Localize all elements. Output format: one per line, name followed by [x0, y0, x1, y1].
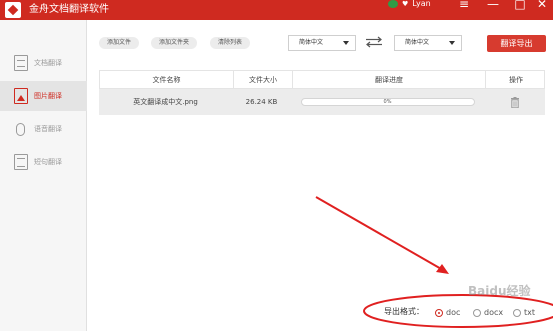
table-row[interactable]: 英文翻译成中文.png 26.24 KB 0%	[99, 89, 545, 115]
close-icon[interactable]: ✕	[534, 0, 550, 14]
vip-heart-icon: ♥	[402, 0, 409, 8]
radio-checked-icon	[435, 309, 443, 317]
sidebar-item-document-translate[interactable]: 文档翻译	[0, 48, 87, 78]
clear-list-button[interactable]: 清除列表	[210, 37, 251, 49]
progress-text: 0%	[383, 99, 392, 105]
menu-icon[interactable]: ≡	[456, 0, 472, 14]
add-file-button[interactable]: 添加文件	[99, 37, 140, 49]
format-option-label: txt	[524, 308, 536, 317]
maximize-icon[interactable]: □	[512, 0, 528, 14]
chevron-down-icon	[343, 41, 349, 45]
target-language-select[interactable]: 简体中文	[394, 35, 462, 51]
sidebar-item-label: 图片翻译	[34, 92, 62, 100]
format-option-txt[interactable]: txt	[513, 307, 535, 319]
column-header-action: 操作	[485, 71, 546, 88]
sidebar-item-image-translate[interactable]: 图片翻译	[0, 81, 87, 111]
format-option-label: doc	[446, 308, 461, 317]
file-size: 26.24 KB	[245, 98, 278, 106]
sidebar-item-label: 短句翻译	[34, 158, 62, 166]
swap-arrows-icon[interactable]	[364, 36, 384, 48]
sidebar-item-short-translate[interactable]: 短句翻译	[0, 147, 87, 177]
column-header-file-name: 文件名称	[152, 75, 181, 84]
source-language-select[interactable]: 简体中文	[288, 35, 356, 51]
column-header-file-size: 文件大小	[233, 71, 292, 88]
title-bar: 金舟文档翻译软件 ♥ Lyan ≡ — □ ✕	[0, 0, 553, 20]
baidu-watermark: Baidu经验	[468, 284, 531, 298]
format-option-docx[interactable]: docx	[473, 307, 503, 319]
format-option-doc[interactable]: doc	[435, 307, 460, 319]
sidebar-item-label: 语音翻译	[34, 125, 62, 133]
progress-cell: 0%	[291, 89, 484, 115]
short-text-icon	[14, 154, 28, 170]
action-cell	[484, 89, 545, 115]
microphone-icon	[16, 122, 25, 136]
sidebar-item-label: 文档翻译	[34, 59, 62, 67]
progress-bar: 0%	[300, 98, 475, 106]
user-name: Lyan	[412, 0, 431, 8]
image-icon	[14, 88, 28, 104]
app-title: 金舟文档翻译软件	[29, 4, 109, 15]
sidebar-item-voice-translate[interactable]: 语音翻译	[0, 114, 87, 144]
trash-icon[interactable]	[510, 96, 520, 108]
source-language-value: 简体中文	[299, 39, 324, 46]
radio-icon	[473, 309, 481, 317]
app-logo-icon	[5, 2, 21, 18]
chevron-down-icon	[449, 41, 455, 45]
export-format-label: 导出格式：	[384, 307, 424, 316]
annotation-arrowhead	[436, 264, 449, 274]
sidebar: 文档翻译 图片翻译 语音翻译 短句翻译	[0, 20, 87, 331]
radio-icon	[513, 309, 521, 317]
annotation-arrow-line	[315, 196, 444, 271]
add-folder-button[interactable]: 添加文件夹	[151, 37, 198, 49]
file-name: 英文翻译成中文.png	[133, 98, 198, 106]
column-header-progress: 翻译进度	[292, 71, 485, 88]
minimize-icon[interactable]: —	[485, 0, 501, 14]
format-option-label: docx	[484, 308, 504, 317]
translate-export-button[interactable]: 翻译导出	[487, 35, 546, 52]
target-language-value: 简体中文	[405, 39, 430, 46]
document-icon	[14, 55, 28, 71]
user-account[interactable]: ♥ Lyan	[388, 0, 431, 8]
user-avatar-icon	[388, 0, 398, 8]
table-header: 文件名称 文件大小 翻译进度 操作	[99, 70, 545, 89]
